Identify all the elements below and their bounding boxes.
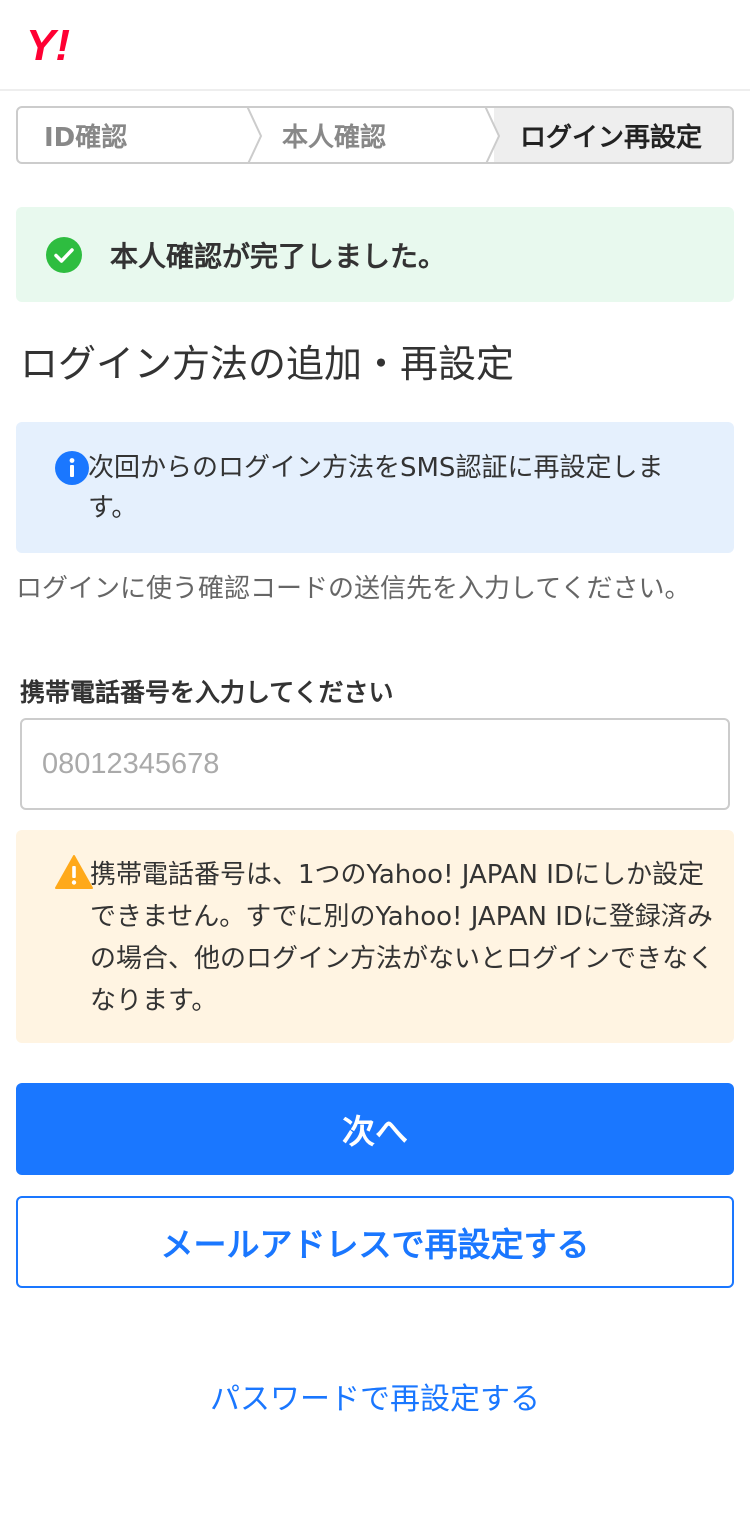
warning-box: 携帯電話番号は、1つのYahoo! JAPAN IDにしか設定できません。すでに… bbox=[16, 830, 734, 1043]
phone-field-label: 携帯電話番号を入力してください bbox=[20, 678, 394, 707]
page-title: ログイン方法の追加・再設定 bbox=[20, 342, 515, 386]
yahoo-logo[interactable]: Y! bbox=[26, 22, 106, 67]
header: Y! bbox=[0, 0, 750, 91]
step-label: ID確認 bbox=[44, 122, 128, 153]
svg-text:Y!: Y! bbox=[26, 22, 70, 67]
chevron-right-icon bbox=[246, 108, 263, 162]
progress-steps: ID確認 本人確認 ログイン再設定 bbox=[16, 106, 734, 164]
step-label: 本人確認 bbox=[282, 122, 387, 153]
info-box: 次回からのログイン方法をSMS認証に再設定します。 bbox=[16, 422, 734, 553]
success-banner: 本人確認が完了しました。 bbox=[16, 207, 734, 302]
step-identity-confirm: 本人確認 bbox=[256, 108, 501, 162]
step-label: ログイン再設定 bbox=[520, 122, 703, 153]
next-button[interactable]: 次へ bbox=[16, 1083, 734, 1175]
password-reset-link[interactable]: パスワードで再設定する bbox=[0, 1374, 750, 1418]
info-icon bbox=[55, 451, 89, 485]
email-reset-button[interactable]: メールアドレスで再設定する bbox=[16, 1196, 734, 1288]
success-message: 本人確認が完了しました。 bbox=[110, 239, 447, 273]
instruction-text: ログインに使う確認コードの送信先を入力してください。 bbox=[16, 574, 691, 604]
warning-icon bbox=[55, 855, 93, 889]
phone-input[interactable] bbox=[20, 718, 730, 810]
chevron-right-icon bbox=[484, 108, 501, 162]
step-login-reset: ログイン再設定 bbox=[494, 108, 732, 162]
info-text: 次回からのログイン方法をSMS認証に再設定します。 bbox=[88, 453, 664, 523]
step-id-confirm: ID確認 bbox=[18, 108, 263, 162]
check-circle-icon bbox=[46, 236, 82, 273]
warning-text: 携帯電話番号は、1つのYahoo! JAPAN IDにしか設定できません。すでに… bbox=[90, 860, 715, 1016]
